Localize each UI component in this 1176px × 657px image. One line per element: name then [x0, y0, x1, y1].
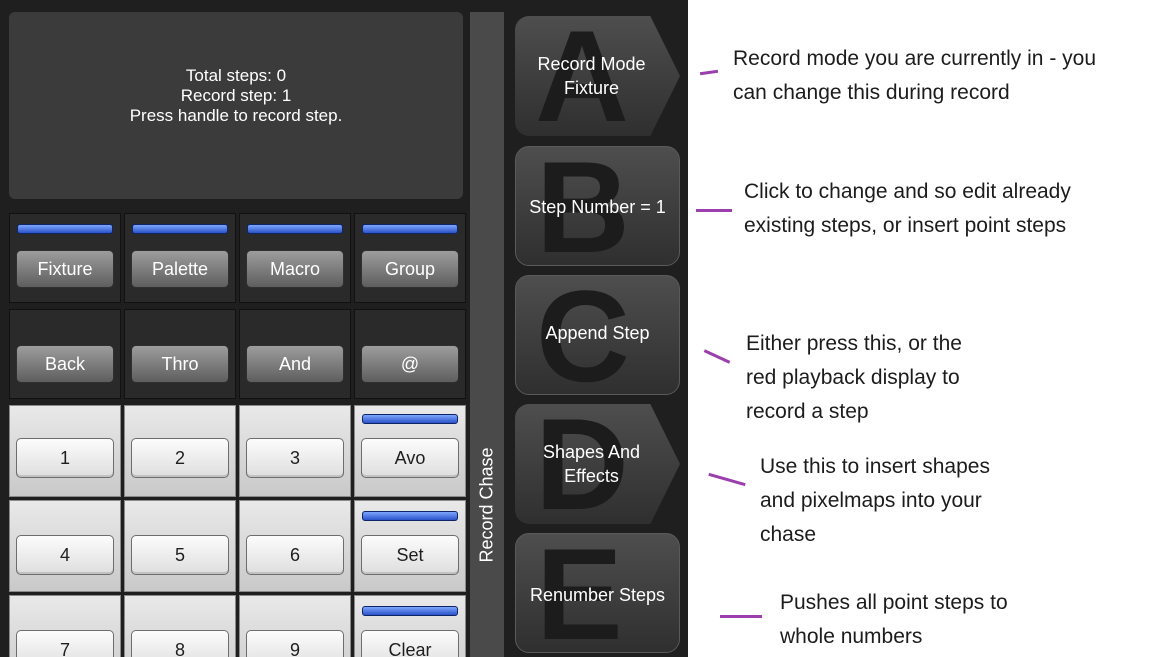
display-instruction: Press handle to record step. — [129, 105, 343, 125]
avo-cell: Avo — [354, 405, 466, 497]
annotation-mark-c — [703, 349, 731, 364]
annotation-append-step: Either press this, or the red playback d… — [746, 332, 962, 423]
key-8-cell: 8 — [124, 595, 236, 657]
key-3-button[interactable]: 3 — [246, 438, 344, 478]
annotation-step-number: Click to change and so edit already exis… — [744, 180, 1071, 237]
macro-button[interactable]: Macro — [246, 250, 344, 288]
key-2-cell: 2 — [124, 405, 236, 497]
softkey-a-label: Record Mode Fixture — [537, 54, 646, 98]
palette-led — [132, 224, 228, 234]
palette-button[interactable]: Palette — [131, 250, 229, 288]
annotation-mark-d — [708, 472, 746, 487]
at-cell: @ — [354, 309, 466, 399]
display-total-steps: Total steps: 0 — [185, 65, 287, 85]
and-button[interactable]: And — [246, 345, 344, 383]
key-5-button[interactable]: 5 — [131, 535, 229, 575]
record-chase-label: Record Chase — [476, 447, 497, 563]
key-6-button[interactable]: 6 — [246, 535, 344, 575]
key-4-cell: 4 — [9, 500, 121, 592]
softkey-b-step-number[interactable]: B Step Number = 1 — [515, 146, 680, 266]
set-cell: Set — [354, 500, 466, 592]
key-1-button[interactable]: 1 — [16, 438, 114, 478]
annotation-mark-e — [720, 615, 762, 618]
softkey-a-record-mode[interactable]: A Record Mode Fixture — [515, 16, 680, 136]
back-button[interactable]: Back — [16, 345, 114, 383]
fixture-button[interactable]: Fixture — [16, 250, 114, 288]
set-button[interactable]: Set — [361, 535, 459, 575]
thro-button[interactable]: Thro — [131, 345, 229, 383]
annotation-mark-b — [696, 209, 732, 212]
softkey-b-label: Step Number = 1 — [529, 197, 666, 217]
clear-led — [362, 606, 458, 616]
key-4-button[interactable]: 4 — [16, 535, 114, 575]
annotation-renumber-steps: Pushes all point steps to whole numbers — [780, 591, 1008, 648]
display-record-step: Record step: 1 — [180, 85, 292, 105]
softkey-e-label: Renumber Steps — [529, 585, 666, 605]
macro-led — [247, 224, 343, 234]
group-cell: Group — [354, 213, 466, 303]
key-8-button[interactable]: 8 — [131, 630, 229, 657]
back-cell: Back — [9, 309, 121, 399]
key-1-cell: 1 — [9, 405, 121, 497]
softkey-d-shapes-effects[interactable]: D Shapes And Effects — [515, 404, 680, 524]
set-led — [362, 511, 458, 521]
softkey-c-label: Append Step — [545, 323, 650, 343]
and-cell: And — [239, 309, 351, 399]
group-led — [362, 224, 458, 234]
record-chase-label-wrap: Record Chase — [470, 0, 504, 657]
key-5-cell: 5 — [124, 500, 236, 592]
key-3-cell: 3 — [239, 405, 351, 497]
macro-cell: Macro — [239, 213, 351, 303]
status-display: Total steps: 0 Record step: 1 Press hand… — [9, 12, 463, 199]
avo-button[interactable]: Avo — [361, 438, 459, 478]
key-9-cell: 9 — [239, 595, 351, 657]
palette-cell: Palette — [124, 213, 236, 303]
clear-button[interactable]: Clear — [361, 630, 459, 657]
key-6-cell: 6 — [239, 500, 351, 592]
annotation-record-mode: Record mode you are currently in - you c… — [733, 47, 1096, 104]
softkey-d-label: Shapes And Effects — [542, 442, 641, 486]
key-7-button[interactable]: 7 — [16, 630, 114, 657]
clear-cell: Clear — [354, 595, 466, 657]
console-panel: Total steps: 0 Record step: 1 Press hand… — [0, 0, 688, 657]
group-button[interactable]: Group — [361, 250, 459, 288]
key-7-cell: 7 — [9, 595, 121, 657]
key-2-button[interactable]: 2 — [131, 438, 229, 478]
annotation-mark-a — [699, 69, 719, 76]
avo-led — [362, 414, 458, 424]
at-button[interactable]: @ — [361, 345, 459, 383]
fixture-cell: Fixture — [9, 213, 121, 303]
softkey-e-renumber-steps[interactable]: E Renumber Steps — [515, 533, 680, 653]
annotation-shapes-effects: Use this to insert shapes and pixelmaps … — [760, 455, 990, 546]
key-9-button[interactable]: 9 — [246, 630, 344, 657]
thro-cell: Thro — [124, 309, 236, 399]
fixture-led — [17, 224, 113, 234]
softkey-c-append-step[interactable]: C Append Step — [515, 275, 680, 395]
